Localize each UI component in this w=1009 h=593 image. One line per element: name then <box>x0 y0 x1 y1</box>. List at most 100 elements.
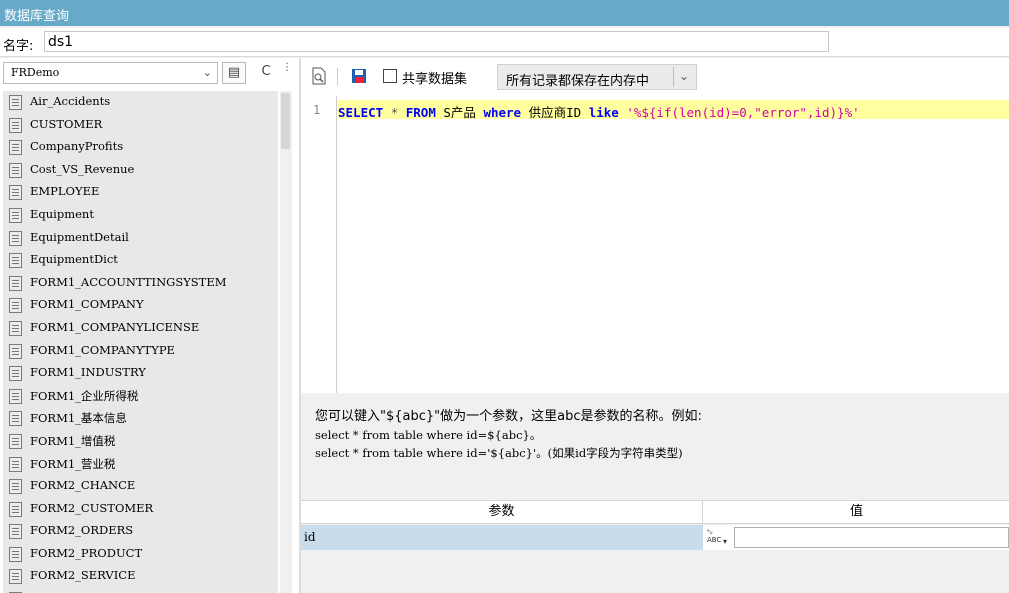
table-list-item[interactable]: FORM1_ACCOUNTTINGSYSTEM <box>3 272 278 295</box>
table-icon <box>9 343 22 359</box>
line-number: 1 <box>313 103 321 117</box>
table-list-item[interactable]: FORM2_销售单据明细 <box>3 588 278 593</box>
current-code-line[interactable]: SELECT * FROM S产品 where 供应商ID like '%${i… <box>337 100 1009 121</box>
table-icon <box>9 433 22 449</box>
table-list-item[interactable]: FORM1_COMPANYLICENSE <box>3 317 278 340</box>
sql-editor[interactable]: 1 SELECT * FROM S产品 where 供应商ID like '%$… <box>301 96 1009 393</box>
query-toolbar: 共享数据集 所有记录都保存在内存中 ⌄ <box>301 58 1009 96</box>
storage-mode-select[interactable]: 所有记录都保存在内存中 ⌄ <box>497 64 697 90</box>
title-bar: 数据库查询 <box>0 0 1009 26</box>
parameter-table: 参数 值 id ​ᵃᵤ ABC ▾ <box>301 500 1009 593</box>
table-list-item[interactable]: FORM2_ORDERS <box>3 520 278 543</box>
table-icon <box>9 501 22 517</box>
table-list-item[interactable]: FORM1_增值税 <box>3 430 278 453</box>
table-list-item[interactable]: EMPLOYEE <box>3 181 278 204</box>
table-name: CUSTOMER <box>30 116 103 131</box>
line-number-gutter: 1 <box>301 96 337 393</box>
hint-line-1: 您可以键入"${abc}"做为一个参数，这里abc是参数的名称。例如: <box>315 409 702 424</box>
table-icon <box>9 456 22 472</box>
sql-token: FROM <box>405 105 436 120</box>
type-selector-icon[interactable]: ​ᵃᵤ ABC ▾ <box>705 527 733 547</box>
toolbar-separator <box>337 68 338 86</box>
connection-settings-button[interactable]: ▤ <box>222 62 246 84</box>
save-parameters-icon[interactable] <box>351 67 367 85</box>
chevron-down-icon: ⌄ <box>679 69 690 83</box>
name-input[interactable]: ds1 <box>44 31 829 52</box>
param-column-header[interactable]: 参数 <box>301 501 703 523</box>
table-list-item[interactable]: EquipmentDetail <box>3 227 278 250</box>
table-name: FORM1_营业税 <box>30 456 116 471</box>
table-icon <box>9 479 22 495</box>
table-icon <box>9 117 22 133</box>
datasource-select[interactable]: FRDemo ⌄ <box>3 62 218 84</box>
table-list-item[interactable]: FORM1_INDUSTRY <box>3 362 278 385</box>
sql-token: SELECT <box>338 105 384 120</box>
name-row: 名字: ds1 <box>0 28 1009 57</box>
table-browser-panel: FRDemo ⌄ ▤ C ⋮ Air_Accidents CUSTOMER Comp… <box>0 58 299 593</box>
datasource-value: FRDemo <box>11 66 60 79</box>
table-name: EquipmentDict <box>30 252 118 267</box>
table-icon <box>9 162 22 178</box>
share-dataset-checkbox[interactable] <box>383 69 397 83</box>
table-name: FORM1_COMPANYTYPE <box>30 342 175 357</box>
table-icon <box>9 253 22 269</box>
table-name: FORM1_基本信息 <box>30 411 127 426</box>
param-name-cell[interactable]: id <box>301 525 703 550</box>
table-name: EquipmentDetail <box>30 229 129 244</box>
table-icon <box>9 95 22 110</box>
param-value-input[interactable] <box>734 527 1009 548</box>
table-list-item[interactable]: FORM1_基本信息 <box>3 407 278 430</box>
table-name: Air_Accidents <box>30 94 111 108</box>
table-icon <box>9 388 22 404</box>
table-icon <box>9 207 22 223</box>
sql-token: like <box>588 105 619 120</box>
preview-icon[interactable] <box>311 67 327 85</box>
table-list-item[interactable]: Cost_VS_Revenue <box>3 159 278 182</box>
table-list-item[interactable]: FORM1_COMPANYTYPE <box>3 340 278 363</box>
parameter-hint: 您可以键入"${abc}"做为一个参数，这里abc是参数的名称。例如: sele… <box>301 393 1009 498</box>
table-list-item[interactable]: Air_Accidents <box>3 91 278 114</box>
chevron-down-icon: ⌄ <box>202 66 212 79</box>
sql-token: S产品 <box>435 105 484 120</box>
table-row[interactable]: id ​ᵃᵤ ABC ▾ <box>301 525 1009 550</box>
table-name: FORM1_INDUSTRY <box>30 365 146 380</box>
table-icon <box>9 411 22 427</box>
sql-code[interactable]: SELECT * FROM S产品 where 供应商ID like '%${i… <box>338 102 860 121</box>
table-list-item[interactable]: FORM2_CHANCE <box>3 475 278 498</box>
table-name: FORM2_PRODUCT <box>30 545 143 560</box>
table-list-item[interactable]: FORM1_营业税 <box>3 453 278 476</box>
table-list-scrollbar[interactable] <box>280 91 292 593</box>
table-icon <box>9 230 22 246</box>
table-name: FORM1_增值税 <box>30 433 116 448</box>
scrollbar-thumb[interactable] <box>281 93 290 149</box>
table-list-item[interactable]: FORM2_PRODUCT <box>3 543 278 566</box>
table-list-item[interactable]: FORM2_SERVICE <box>3 565 278 588</box>
table-name: Equipment <box>30 206 94 221</box>
table-list-item[interactable]: CUSTOMER <box>3 114 278 137</box>
table-list-item[interactable]: CompanyProfits <box>3 136 278 159</box>
hint-line-3: select * from table where id='${abc}'。(如… <box>315 446 683 460</box>
refresh-button[interactable]: C <box>254 62 278 84</box>
value-column-header[interactable]: 值 <box>704 501 1009 523</box>
table-list-item[interactable]: FORM1_COMPANY <box>3 294 278 317</box>
table-name: Cost_VS_Revenue <box>30 161 135 176</box>
table-list-item[interactable]: Equipment <box>3 204 278 227</box>
table-icon <box>9 320 22 336</box>
hint-line-2: select * from table where id=${abc}。 <box>315 428 542 442</box>
refresh-icon: C <box>261 64 271 79</box>
table-list-item[interactable]: EquipmentDict <box>3 249 278 272</box>
table-name: FORM1_ACCOUNTTINGSYSTEM <box>30 274 227 289</box>
table-list-item[interactable]: FORM2_CUSTOMER <box>3 498 278 521</box>
window-title: 数据库查询 <box>4 9 70 24</box>
table-name: CompanyProfits <box>30 139 124 154</box>
name-label: 名字: <box>3 39 34 54</box>
table-icon <box>9 569 22 585</box>
table-name: FORM1_COMPANYLICENSE <box>30 319 200 334</box>
table-icon <box>9 140 22 156</box>
sql-token: where <box>483 105 522 120</box>
more-options-icon[interactable]: ⋮ <box>282 62 296 84</box>
storage-mode-value: 所有记录都保存在内存中 <box>506 74 650 89</box>
table-icon <box>9 366 22 382</box>
table-list-item[interactable]: FORM1_企业所得税 <box>3 385 278 408</box>
